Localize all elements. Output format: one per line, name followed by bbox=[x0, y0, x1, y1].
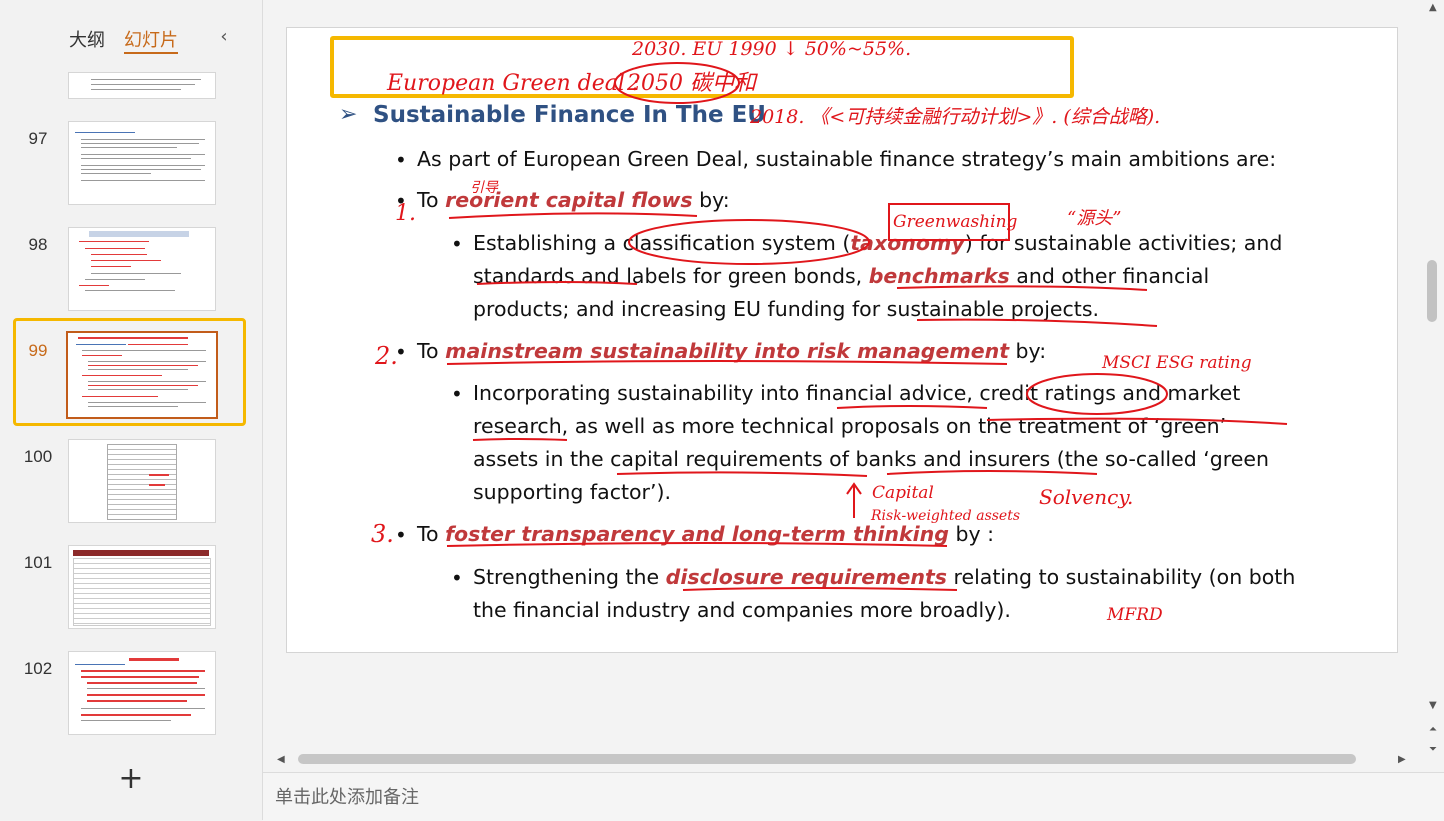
next-slide-icon[interactable]: ⏷ bbox=[1429, 744, 1437, 755]
bullet-dot-icon: • bbox=[395, 148, 407, 172]
slide-thumbnail-97[interactable] bbox=[68, 121, 216, 205]
point-3[interactable]: To foster transparency and long-term thi… bbox=[417, 518, 994, 551]
ink-number-3: 3. bbox=[371, 520, 394, 548]
ink-note-msci: MSCI ESG rating bbox=[1101, 353, 1252, 373]
ink-note-mfrd: MFRD bbox=[1106, 605, 1163, 625]
point-2-detail-line-3[interactable]: assets in the capital requirements of ba… bbox=[473, 443, 1269, 476]
active-tab-indicator bbox=[124, 52, 178, 54]
point-1-detail-line-1[interactable]: Establishing a classification system (ta… bbox=[473, 227, 1282, 260]
point-3-detail-line-1[interactable]: Strengthening the disclosure requirement… bbox=[473, 561, 1295, 594]
bullet-dot-icon: • bbox=[451, 566, 463, 590]
notes-placeholder[interactable]: 单击此处添加备注 bbox=[275, 783, 419, 809]
tab-outline[interactable]: 大纲 bbox=[69, 26, 105, 52]
add-slide-plus-icon[interactable]: + bbox=[118, 764, 144, 794]
slide-thumbnail-99[interactable] bbox=[66, 331, 218, 419]
title-arrow-icon: ➢ bbox=[339, 102, 358, 127]
point-2-detail-line-4[interactable]: supporting factor’). bbox=[473, 476, 671, 509]
point-1-detail-line-3[interactable]: products; and increasing EU funding for … bbox=[473, 293, 1099, 326]
highlight-box bbox=[330, 36, 1074, 98]
vertical-scroll-thumb[interactable] bbox=[1427, 260, 1437, 322]
bullet-dot-icon: • bbox=[395, 523, 407, 547]
point-1-detail-line-2[interactable]: standards and labels for green bonds, be… bbox=[473, 260, 1209, 293]
scroll-right-icon[interactable]: ▶ bbox=[1398, 754, 1406, 765]
notes-pane[interactable]: 单击此处添加备注 bbox=[263, 772, 1444, 821]
ink-note-capital: Capital bbox=[872, 483, 934, 503]
slide-number-101: 101 bbox=[23, 553, 53, 572]
scroll-down-icon[interactable]: ▼ bbox=[1429, 700, 1437, 711]
slide-number-97: 97 bbox=[28, 129, 48, 148]
previous-slide-icon[interactable]: ⏶ bbox=[1429, 724, 1437, 735]
slide-thumbnail-96[interactable] bbox=[68, 72, 216, 99]
point-3-detail-line-2[interactable]: the financial industry and companies mor… bbox=[473, 594, 1011, 627]
tab-slides[interactable]: 幻灯片 bbox=[124, 26, 178, 52]
bullet-dot-icon: • bbox=[395, 340, 407, 364]
slide-thumbnail-101[interactable] bbox=[68, 545, 216, 629]
bullet-dot-icon: • bbox=[451, 232, 463, 256]
point-2[interactable]: To mainstream sustainability into risk m… bbox=[417, 335, 1046, 368]
slide-title[interactable]: Sustainable Finance In The EU bbox=[373, 102, 766, 128]
slide-number-99: 99 bbox=[28, 341, 48, 360]
slide-thumbnail-100[interactable] bbox=[68, 439, 216, 523]
point-2-detail-line-2[interactable]: research, as well as more technical prop… bbox=[473, 410, 1226, 443]
slide-navigator-panel: 大纲 幻灯片 ‹ 97 98 99 100 101 102 + bbox=[0, 0, 263, 820]
scroll-left-icon[interactable]: ◀ bbox=[277, 754, 285, 765]
slide-number-102: 102 bbox=[23, 659, 53, 678]
vertical-scrollbar[interactable] bbox=[1424, 0, 1444, 770]
slide-thumbnail-102[interactable] bbox=[68, 651, 216, 735]
horizontal-scroll-thumb[interactable] bbox=[298, 754, 1356, 764]
slide-canvas[interactable]: ➢ Sustainable Finance In The EU • As par… bbox=[286, 27, 1398, 653]
collapse-panel-chevron-left-icon[interactable]: ‹ bbox=[214, 26, 234, 48]
bullet-dot-icon: • bbox=[395, 189, 407, 213]
ink-arrow bbox=[846, 482, 862, 518]
slide-number-98: 98 bbox=[28, 235, 48, 254]
ink-note-solvency: Solvency. bbox=[1039, 485, 1133, 509]
scroll-up-icon[interactable]: ▲ bbox=[1429, 2, 1437, 13]
ink-note-source: “源头” bbox=[1067, 208, 1121, 229]
bullet-dot-icon: • bbox=[451, 382, 463, 406]
slide-number-100: 100 bbox=[23, 447, 53, 466]
ink-note-action-plan: 2018. 《<可持续金融行动计划>》. (综合战略). bbox=[749, 106, 1160, 128]
slide-thumbnail-98[interactable] bbox=[68, 227, 216, 311]
point-1[interactable]: To reorient capital flows by: bbox=[417, 184, 730, 217]
intro-text[interactable]: As part of European Green Deal, sustaina… bbox=[417, 143, 1276, 176]
point-2-detail-line-1[interactable]: Incorporating sustainability into financ… bbox=[473, 377, 1240, 410]
